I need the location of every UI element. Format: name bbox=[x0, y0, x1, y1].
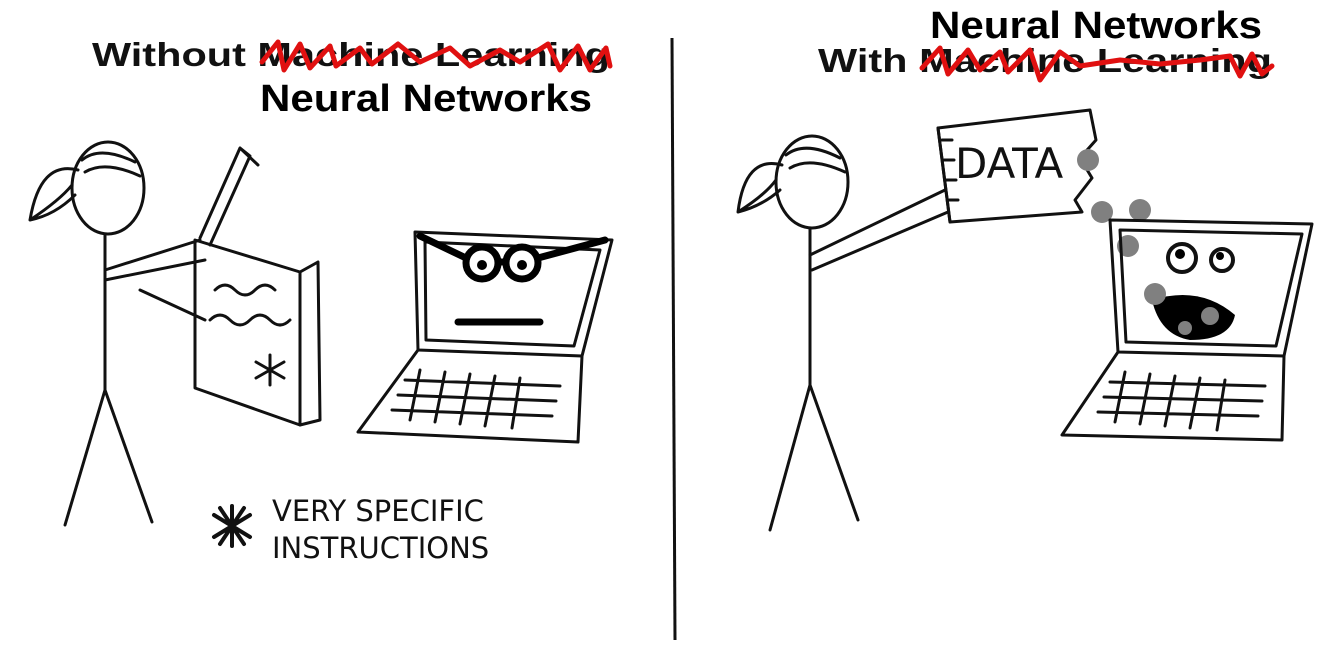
asterisk-icon bbox=[212, 504, 252, 548]
right-panel: Neural Networks With Machine Learning DA… bbox=[736, 5, 1314, 532]
instruction-book bbox=[193, 146, 322, 427]
footnote: VERY SPECIFIC INSTRUCTIONS bbox=[212, 494, 489, 565]
data-dots bbox=[1077, 149, 1151, 257]
laptop-mouth bbox=[1152, 295, 1235, 340]
stick-figure-right bbox=[736, 134, 950, 532]
left-panel: Without Machine Learning Neural Networks bbox=[28, 36, 614, 565]
left-replacement-text: Neural Networks bbox=[260, 78, 592, 120]
footnote-line2: INSTRUCTIONS bbox=[272, 531, 489, 565]
laptop-right bbox=[1060, 218, 1314, 442]
stick-figure-left bbox=[28, 140, 207, 527]
comic: Without Machine Learning Neural Networks bbox=[0, 0, 1321, 667]
comic-drawing: Without Machine Learning Neural Networks bbox=[28, 5, 1314, 641]
panel-divider bbox=[670, 37, 677, 641]
laptop-left bbox=[356, 230, 614, 444]
data-label: DATA bbox=[955, 139, 1063, 188]
footnote-line1: VERY SPECIFIC bbox=[272, 494, 484, 528]
right-replacement-text: Neural Networks bbox=[930, 5, 1262, 47]
